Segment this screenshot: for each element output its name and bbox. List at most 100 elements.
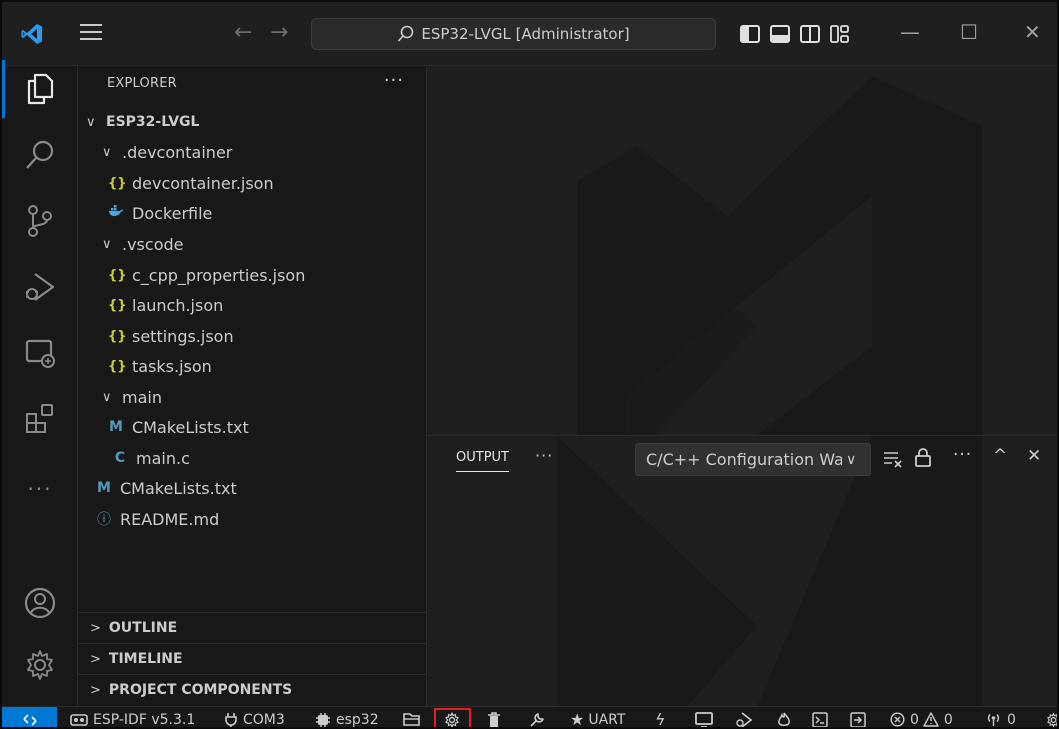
remote-icon xyxy=(22,713,37,726)
maximize-button[interactable]: ☐ xyxy=(960,20,978,44)
accounts-activity[interactable] xyxy=(2,570,78,636)
tree-item[interactable]: ⓘ README.md xyxy=(78,504,427,534)
manage-activity[interactable] xyxy=(2,632,78,698)
explorer-more-icon[interactable]: ··· xyxy=(384,70,404,91)
json-file-icon: {} xyxy=(108,297,127,313)
tree-item[interactable]: Dockerfile xyxy=(78,198,427,228)
command-center-search[interactable]: ESP32-LVGL [Administrator] xyxy=(311,18,716,50)
customize-layout-icon[interactable] xyxy=(830,24,850,44)
editor-area[interactable] xyxy=(427,66,1057,435)
chevron-down-icon: ∨ xyxy=(102,389,112,405)
clear-output-icon[interactable] xyxy=(883,450,903,468)
esp-idf-version[interactable]: ESP-IDF v5.3.1 xyxy=(70,707,195,727)
trash-icon xyxy=(488,711,500,727)
vscode-window: ← → ESP32-LVGL [Administrator] — ☐ ✕ ···… xyxy=(0,0,1059,729)
build-button[interactable] xyxy=(529,707,550,727)
tree-item-label: main.c xyxy=(136,448,190,468)
hamburger-menu-icon[interactable] xyxy=(80,24,102,44)
json-file-icon: {} xyxy=(108,328,127,344)
toggle-secondary-sidebar-icon[interactable] xyxy=(800,24,820,44)
debug-button[interactable] xyxy=(735,707,758,727)
tree-item[interactable]: ∨ .vscode xyxy=(78,229,427,259)
remote-explorer-activity[interactable] xyxy=(2,320,78,386)
explorer-activity[interactable] xyxy=(2,56,78,122)
tree-item-label: .vscode xyxy=(122,234,184,254)
lock-icon[interactable] xyxy=(914,447,932,467)
flash-button[interactable]: ϟ xyxy=(655,707,666,729)
output-channel-value: C/C++ Configuration Warnings xyxy=(646,450,842,469)
highlight-box xyxy=(434,708,471,727)
tree-item-label: main xyxy=(122,387,162,407)
toggle-primary-sidebar-icon[interactable] xyxy=(740,24,760,44)
outline-section[interactable]: > OUTLINE xyxy=(78,612,427,643)
root-folder-label: ESP32-LVGL xyxy=(106,114,200,130)
remote-indicator[interactable] xyxy=(2,707,57,727)
info-icon: ⓘ xyxy=(97,512,111,528)
debug-icon xyxy=(736,711,753,727)
tree-item-label: README.md xyxy=(120,509,220,529)
tree-item[interactable]: {} tasks.json xyxy=(78,351,427,381)
panel-more-icon[interactable]: ··· xyxy=(535,446,553,465)
tree-item[interactable]: {} launch.json xyxy=(78,290,427,320)
search-icon xyxy=(398,25,414,42)
tree-item-label: Dockerfile xyxy=(132,203,213,223)
panel-actions-more-icon[interactable]: ··· xyxy=(953,445,972,465)
source-control-activity[interactable] xyxy=(2,188,78,254)
full-clean-button[interactable] xyxy=(487,707,506,727)
run-debug-activity[interactable] xyxy=(2,254,78,320)
monitor-button[interactable] xyxy=(695,707,718,727)
vscode-logo-icon xyxy=(21,24,42,44)
gear-icon xyxy=(27,650,53,680)
timeline-section[interactable]: > TIMELINE xyxy=(78,643,427,674)
target-chip[interactable]: esp32 xyxy=(315,707,379,727)
maximize-panel-icon[interactable]: ^ xyxy=(993,446,1007,466)
broadcast-icon xyxy=(987,714,1000,726)
settings-sync-button[interactable] xyxy=(1046,707,1057,727)
tree-item-label: CMakeLists.txt xyxy=(120,478,237,498)
output-channel-select[interactable]: C/C++ Configuration Warnings ∨ xyxy=(635,443,871,476)
sdk-config-button[interactable] xyxy=(403,707,425,727)
json-file-icon: {} xyxy=(108,358,127,374)
search-activity[interactable] xyxy=(2,122,78,188)
extensions-activity[interactable] xyxy=(2,386,78,452)
tree-item[interactable]: ∨ .devcontainer xyxy=(78,137,427,167)
source-control-icon xyxy=(28,205,52,237)
tree-item-label: c_cpp_properties.json xyxy=(132,265,306,285)
execute-task-button[interactable] xyxy=(850,707,871,727)
close-panel-icon[interactable]: ✕ xyxy=(1027,446,1041,466)
more-views-icon[interactable]: ··· xyxy=(2,456,78,522)
plug-icon xyxy=(225,712,237,727)
forward-arrow-icon[interactable]: → xyxy=(270,20,288,45)
back-arrow-icon[interactable]: ← xyxy=(234,20,252,45)
tree-item[interactable]: {} devcontainer.json xyxy=(78,168,427,198)
remote-explorer-icon xyxy=(25,339,55,368)
folder-icon xyxy=(403,713,420,726)
tab-output[interactable]: OUTPUT xyxy=(456,450,509,472)
tree-item[interactable]: M CMakeLists.txt xyxy=(78,412,427,442)
error-icon xyxy=(890,712,905,727)
ports-forwarded-indicator[interactable]: 0 xyxy=(985,707,1016,727)
build-flash-monitor-button[interactable] xyxy=(777,707,796,727)
c-file-icon: C xyxy=(114,450,126,466)
close-window-button[interactable]: ✕ xyxy=(1024,20,1041,44)
explorer-title: EXPLORER xyxy=(107,76,177,91)
run-debug-icon xyxy=(26,273,55,301)
flash-method-button[interactable]: ★ UART xyxy=(570,707,625,729)
problems-indicator[interactable]: 0 0 xyxy=(890,707,953,727)
tree-item[interactable]: ∨ main xyxy=(78,382,427,412)
terminal-button[interactable] xyxy=(812,707,833,727)
title-bar: ← → ESP32-LVGL [Administrator] — ☐ ✕ xyxy=(2,2,1057,66)
cmake-file-icon: M xyxy=(97,480,111,496)
toggle-panel-icon[interactable] xyxy=(770,24,790,44)
tree-item[interactable]: C main.c xyxy=(78,443,427,473)
project-components-section[interactable]: > PROJECT COMPONENTS xyxy=(78,674,427,705)
lightning-icon: ϟ xyxy=(655,710,666,729)
terminal-icon xyxy=(812,711,828,727)
tree-item[interactable]: {} c_cpp_properties.json xyxy=(78,260,427,290)
minimize-button[interactable]: — xyxy=(900,20,920,44)
tree-item[interactable]: M CMakeLists.txt xyxy=(78,473,427,503)
tree-root-folder[interactable]: ∨ ESP32-LVGL xyxy=(78,107,427,137)
star-icon: ★ xyxy=(570,710,585,729)
tree-item[interactable]: {} settings.json xyxy=(78,321,427,351)
serial-port[interactable]: COM3 xyxy=(224,707,285,727)
